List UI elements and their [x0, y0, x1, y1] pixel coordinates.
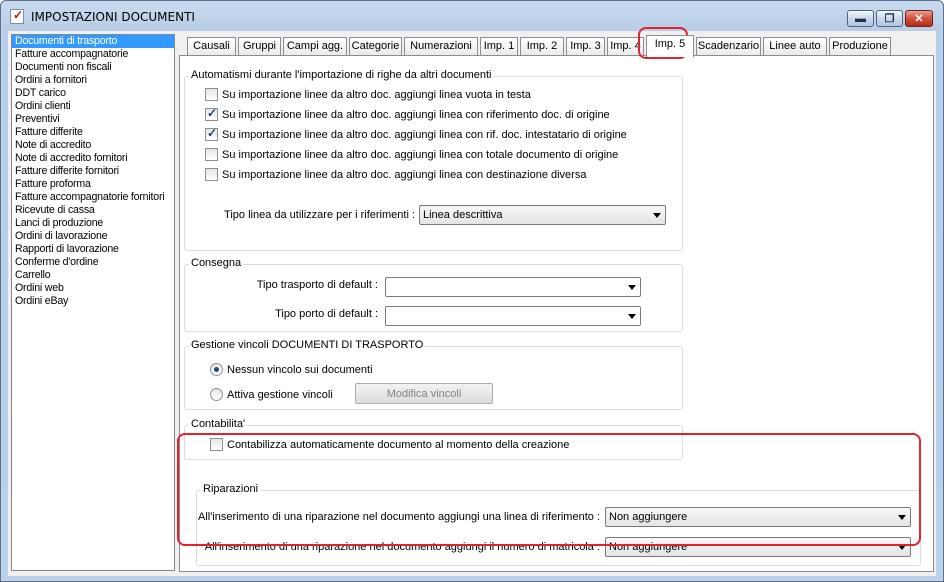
chevron-down-icon	[628, 314, 636, 319]
client-area: Documenti di trasporto Fatture accompagna…	[8, 31, 936, 576]
tab-causali[interactable]: Causali	[187, 37, 236, 56]
doclist-item[interactable]: Conferme d'ordine	[12, 256, 174, 269]
doclist-item[interactable]: Fatture differite	[12, 126, 174, 139]
chevron-down-icon	[898, 515, 906, 520]
tab-imp-1[interactable]: Imp. 1	[480, 37, 518, 56]
nessun-vincolo-label: Nessun vincolo sui documenti	[227, 363, 373, 376]
riparazioni-title: Riparazioni	[201, 483, 261, 495]
opt-rif-intestatario-label: Su importazione linee da altro doc. aggi…	[222, 128, 627, 141]
contabilita-group: Contabilita' Contabilizza automaticament…	[184, 418, 683, 460]
doclist-item[interactable]: Fatture differite fornitori	[12, 165, 174, 178]
doclist-item[interactable]: Fatture accompagnatorie	[12, 48, 174, 61]
porto-select[interactable]	[385, 306, 641, 326]
opt-rif-doc-origine-checkbox[interactable]	[205, 106, 218, 121]
doclist-item[interactable]: Lanci di produzione	[12, 217, 174, 230]
doclist-item[interactable]: Preventivi	[12, 113, 174, 126]
doclist-item[interactable]: Note di accredito fornitori	[12, 152, 174, 165]
opt-rif-intestatario[interactable]: Su importazione linee da altro doc. aggi…	[205, 126, 627, 141]
opt-totale-doc[interactable]: Su importazione linee da altro doc. aggi…	[205, 148, 618, 161]
app-window: IMPOSTAZIONI DOCUMENTI ▬ ❐ ✕ Documenti d…	[0, 0, 944, 582]
trasporto-select[interactable]	[385, 277, 641, 297]
automatismi-group: Automatismi durante l'importazione di ri…	[184, 69, 683, 251]
opt-destinazione-diversa-label: Su importazione linee da altro doc. aggi…	[222, 168, 587, 181]
nessun-vincolo-option[interactable]: Nessun vincolo sui documenti	[210, 363, 373, 376]
tipo-linea-select[interactable]: Linea descrittiva	[419, 205, 666, 225]
opt-rif-doc-origine-label: Su importazione linee da altro doc. aggi…	[222, 108, 610, 121]
attiva-vincoli-radio[interactable]	[210, 388, 223, 401]
doclist-item[interactable]: Ricevute di cassa	[12, 204, 174, 217]
chevron-down-icon	[653, 213, 661, 218]
riparazione-matricola-select[interactable]: Non aggiungere	[605, 537, 911, 557]
opt-destinazione-diversa-checkbox[interactable]	[205, 168, 218, 181]
riparazione-matricola-value: Non aggiungere	[609, 541, 688, 553]
doclist-item[interactable]: Documenti non fiscali	[12, 61, 174, 74]
attiva-vincoli-option[interactable]: Attiva gestione vincoli	[210, 388, 333, 401]
contabilizza-checkbox[interactable]	[210, 438, 223, 451]
opt-linea-vuota[interactable]: Su importazione linee da altro doc. aggi…	[205, 88, 531, 101]
tab-imp-3[interactable]: Imp. 3	[566, 37, 605, 56]
chevron-down-icon	[898, 545, 906, 550]
tab-panel-imp5: Automatismi durante l'importazione di ri…	[179, 55, 934, 572]
doclist-item[interactable]: Rapporti di lavorazione	[12, 243, 174, 256]
contabilizza-option[interactable]: Contabilizza automaticamente documento a…	[210, 438, 569, 451]
doclist-item[interactable]: Carrello	[12, 269, 174, 282]
tab-campi-agg[interactable]: Campi agg.	[283, 37, 347, 56]
doclist-item[interactable]: Ordini a fornitori	[12, 74, 174, 87]
tab-produzione[interactable]: Produzione	[829, 37, 891, 56]
tab-imp-5[interactable]: Imp. 5	[646, 35, 694, 57]
window-title: IMPOSTAZIONI DOCUMENTI	[31, 10, 195, 24]
tab-imp-2[interactable]: Imp. 2	[520, 37, 564, 56]
tipo-linea-value: Linea descrittiva	[423, 209, 503, 221]
tab-linee-auto[interactable]: Linee auto	[763, 37, 827, 56]
vincoli-title: Gestione vincoli DOCUMENTI DI TRASPORTO	[189, 339, 426, 351]
doclist-item[interactable]: Ordini eBay	[12, 295, 174, 308]
opt-linea-vuota-checkbox[interactable]	[205, 88, 218, 101]
tab-categorie[interactable]: Categorie	[349, 37, 402, 56]
tab-imp-4[interactable]: Imp. 4	[607, 37, 644, 56]
title-bar[interactable]: IMPOSTAZIONI DOCUMENTI ▬ ❐ ✕	[1, 1, 943, 29]
document-type-list[interactable]: Documenti di trasporto Fatture accompagna…	[11, 34, 175, 571]
tab-numerazioni[interactable]: Numerazioni	[404, 37, 478, 56]
opt-destinazione-diversa[interactable]: Su importazione linee da altro doc. aggi…	[205, 168, 586, 181]
modifica-vincoli-button[interactable]: Modifica vincoli	[355, 383, 493, 404]
doclist-item[interactable]: Ordini di lavorazione	[12, 230, 174, 243]
opt-totale-doc-checkbox[interactable]	[205, 148, 218, 161]
opt-rif-intestatario-checkbox[interactable]	[205, 126, 218, 141]
doclist-item[interactable]: Fatture accompagnatorie fornitori	[12, 191, 174, 204]
tab-scadenzario[interactable]: Scadenzario	[696, 37, 761, 56]
riparazioni-group: Riparazioni All'inserimento di una ripar…	[196, 483, 921, 566]
tab-strip: Causali Gruppi Campi agg. Categorie Numerazi…	[179, 35, 936, 57]
doclist-item[interactable]: Documenti di trasporto	[12, 35, 174, 48]
doclist-item[interactable]: Fatture proforma	[12, 178, 174, 191]
close-button[interactable]: ✕	[905, 10, 933, 27]
opt-totale-doc-label: Su importazione linee da altro doc. aggi…	[222, 148, 619, 161]
consegna-title: Consegna	[189, 257, 244, 269]
riparazione-linea-label: All'inserimento di una riparazione nel d…	[197, 511, 600, 523]
attiva-vincoli-label: Attiva gestione vincoli	[227, 388, 333, 401]
contabilita-title: Contabilita'	[189, 418, 248, 430]
tab-gruppi[interactable]: Gruppi	[238, 37, 281, 56]
minimize-button[interactable]: ▬	[847, 10, 874, 27]
contabilizza-label: Contabilizza automaticamente documento a…	[227, 438, 570, 451]
porto-label: Tipo porto di default :	[275, 308, 378, 320]
tipo-linea-label: Tipo linea da utilizzare per i riferimen…	[224, 209, 415, 221]
maximize-button[interactable]: ❐	[876, 10, 903, 27]
nessun-vincolo-radio[interactable]	[210, 363, 223, 376]
doclist-item[interactable]: Ordini clienti	[12, 100, 174, 113]
opt-linea-vuota-label: Su importazione linee da altro doc. aggi…	[222, 88, 531, 101]
vincoli-group: Gestione vincoli DOCUMENTI DI TRASPORTO …	[184, 339, 683, 410]
riparazione-matricola-label: All'inserimento di una riparazione nel d…	[204, 541, 600, 553]
riparazione-linea-select[interactable]: Non aggiungere	[605, 507, 911, 527]
consegna-group: Consegna Tipo trasporto di default : Tip…	[184, 257, 683, 332]
doclist-item[interactable]: Ordini web	[12, 282, 174, 295]
doclist-item[interactable]: DDT carico	[12, 87, 174, 100]
trasporto-label: Tipo trasporto di default :	[256, 279, 378, 291]
doclist-item[interactable]: Note di accredito	[12, 139, 174, 152]
automatismi-title: Automatismi durante l'importazione di ri…	[189, 69, 494, 81]
chevron-down-icon	[628, 285, 636, 290]
document-check-icon	[10, 8, 24, 24]
riparazione-linea-value: Non aggiungere	[609, 511, 688, 523]
opt-rif-doc-origine[interactable]: Su importazione linee da altro doc. aggi…	[205, 106, 610, 121]
